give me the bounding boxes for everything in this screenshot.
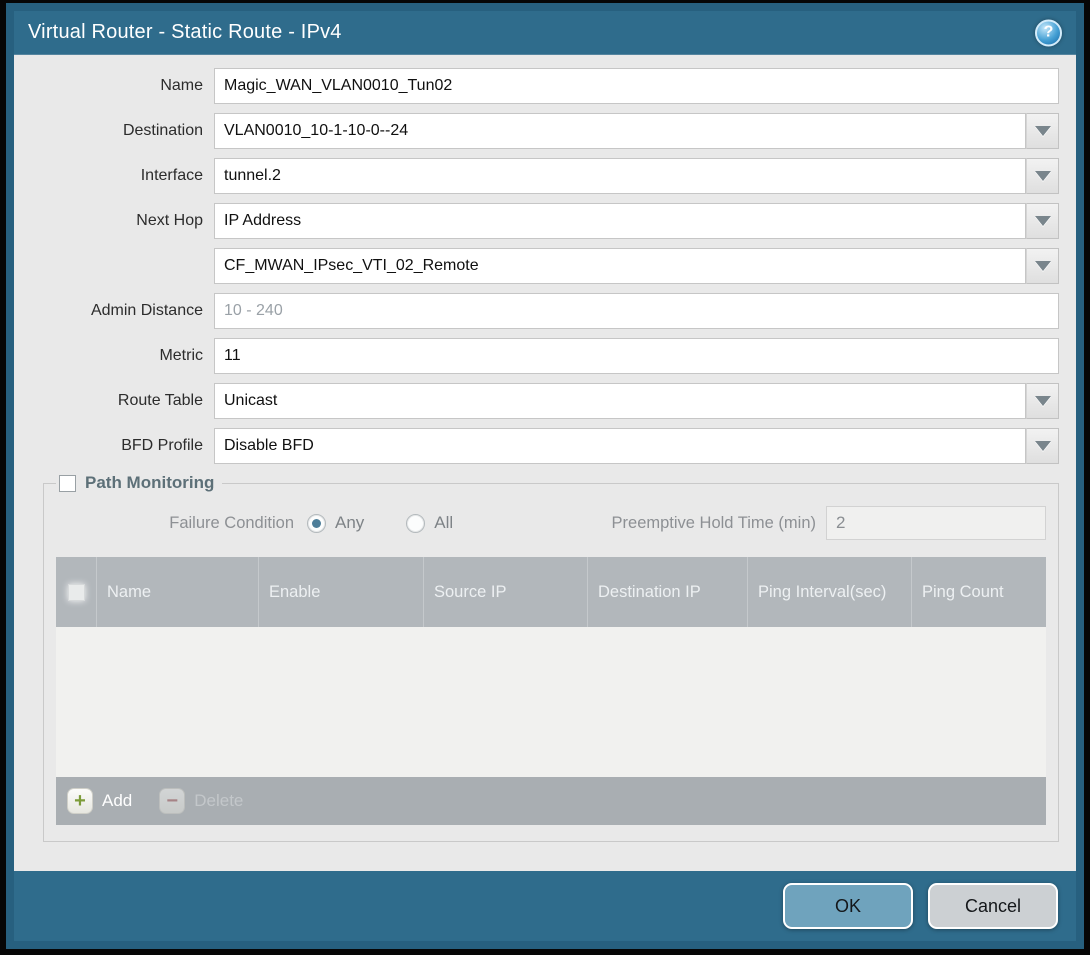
- preemptive-hold-time-group: Preemptive Hold Time (min): [612, 506, 1046, 540]
- name-input[interactable]: [214, 68, 1059, 104]
- interface-input[interactable]: [214, 158, 1026, 194]
- form-row-next-hop-address: [31, 248, 1059, 284]
- next-hop-type-input[interactable]: [214, 203, 1026, 239]
- path-monitoring-checkbox[interactable]: [59, 475, 76, 492]
- form-row-route-table: Route Table: [31, 383, 1059, 419]
- name-label: Name: [31, 77, 203, 95]
- failure-condition-all-radio[interactable]: [406, 514, 425, 533]
- form-row-name: Name: [31, 68, 1059, 104]
- static-route-dialog: Virtual Router - Static Route - IPv4 ? N…: [6, 3, 1084, 949]
- failure-condition-radio-group: Any All: [307, 513, 453, 533]
- chevron-down-icon: [1035, 441, 1051, 451]
- bfd-profile-dropdown-button[interactable]: [1026, 428, 1059, 464]
- failure-condition-any-label: Any: [335, 513, 364, 533]
- failure-condition-any-radio[interactable]: [307, 514, 326, 533]
- destination-label: Destination: [31, 122, 203, 140]
- form-row-interface: Interface: [31, 158, 1059, 194]
- path-monitoring-section: Path Monitoring Failure Condition Any Al…: [43, 473, 1059, 842]
- screen: Virtual Router - Static Route - IPv4 ? N…: [0, 0, 1090, 955]
- table-header-ping-interval[interactable]: Ping Interval(sec): [747, 557, 911, 627]
- plus-icon: +: [67, 788, 93, 814]
- admin-distance-label: Admin Distance: [31, 302, 203, 320]
- chevron-down-icon: [1035, 126, 1051, 136]
- interface-dropdown-button[interactable]: [1026, 158, 1059, 194]
- bfd-profile-input[interactable]: [214, 428, 1026, 464]
- ok-button[interactable]: OK: [783, 883, 913, 929]
- metric-label: Metric: [31, 347, 203, 365]
- table-header-source-ip[interactable]: Source IP: [423, 557, 587, 627]
- next-hop-label: Next Hop: [31, 212, 203, 230]
- add-button[interactable]: + Add: [67, 788, 132, 814]
- failure-condition-all-label: All: [434, 513, 453, 533]
- chevron-down-icon: [1035, 216, 1051, 226]
- footer-bar: OK Cancel: [14, 871, 1076, 941]
- chevron-down-icon: [1035, 261, 1051, 271]
- path-monitoring-table: Name Enable Source IP Destination IP Pin…: [56, 557, 1046, 825]
- form-row-metric: Metric: [31, 338, 1059, 374]
- metric-input[interactable]: [214, 338, 1059, 374]
- destination-dropdown-button[interactable]: [1026, 113, 1059, 149]
- destination-input[interactable]: [214, 113, 1026, 149]
- table-header-name[interactable]: Name: [96, 557, 258, 627]
- chevron-down-icon: [1035, 171, 1051, 181]
- route-table-label: Route Table: [31, 392, 203, 410]
- add-button-label: Add: [102, 791, 132, 811]
- chevron-down-icon: [1035, 396, 1051, 406]
- path-monitoring-title: Path Monitoring: [85, 473, 214, 493]
- preemptive-hold-time-label: Preemptive Hold Time (min): [612, 514, 816, 533]
- table-header-enable[interactable]: Enable: [258, 557, 423, 627]
- bfd-profile-label: BFD Profile: [31, 437, 203, 455]
- cancel-button[interactable]: Cancel: [928, 883, 1058, 929]
- form-row-destination: Destination: [31, 113, 1059, 149]
- minus-icon: −: [159, 788, 185, 814]
- next-hop-type-dropdown-button[interactable]: [1026, 203, 1059, 239]
- form-row-admin-distance: Admin Distance: [31, 293, 1059, 329]
- table-header-select-all: [56, 557, 96, 627]
- help-icon[interactable]: ?: [1035, 19, 1062, 46]
- table-body-empty: [56, 627, 1046, 777]
- failure-condition-label: Failure Condition: [56, 514, 294, 533]
- table-header-ping-count[interactable]: Ping Count: [911, 557, 1046, 627]
- path-monitoring-legend: Path Monitoring: [56, 473, 222, 493]
- delete-button-label: Delete: [194, 791, 243, 811]
- form-row-bfd-profile: BFD Profile: [31, 428, 1059, 464]
- radio-selected-dot: [312, 519, 321, 528]
- table-toolbar: + Add − Delete: [56, 777, 1046, 825]
- route-table-dropdown-button[interactable]: [1026, 383, 1059, 419]
- dialog-content: Name Destination Interface: [14, 55, 1076, 871]
- table-header-row: Name Enable Source IP Destination IP Pin…: [56, 557, 1046, 627]
- next-hop-address-dropdown-button[interactable]: [1026, 248, 1059, 284]
- preemptive-hold-time-input[interactable]: [826, 506, 1046, 540]
- table-header-destination-ip[interactable]: Destination IP: [587, 557, 747, 627]
- delete-button[interactable]: − Delete: [159, 788, 243, 814]
- route-table-input[interactable]: [214, 383, 1026, 419]
- form-row-next-hop: Next Hop: [31, 203, 1059, 239]
- dialog-title: Virtual Router - Static Route - IPv4: [28, 21, 342, 44]
- interface-label: Interface: [31, 167, 203, 185]
- admin-distance-input[interactable]: [214, 293, 1059, 329]
- next-hop-address-input[interactable]: [214, 248, 1026, 284]
- failure-condition-row: Failure Condition Any All Preemptive Hol…: [56, 505, 1046, 541]
- title-bar: Virtual Router - Static Route - IPv4 ?: [14, 11, 1076, 55]
- select-all-checkbox[interactable]: [68, 584, 85, 601]
